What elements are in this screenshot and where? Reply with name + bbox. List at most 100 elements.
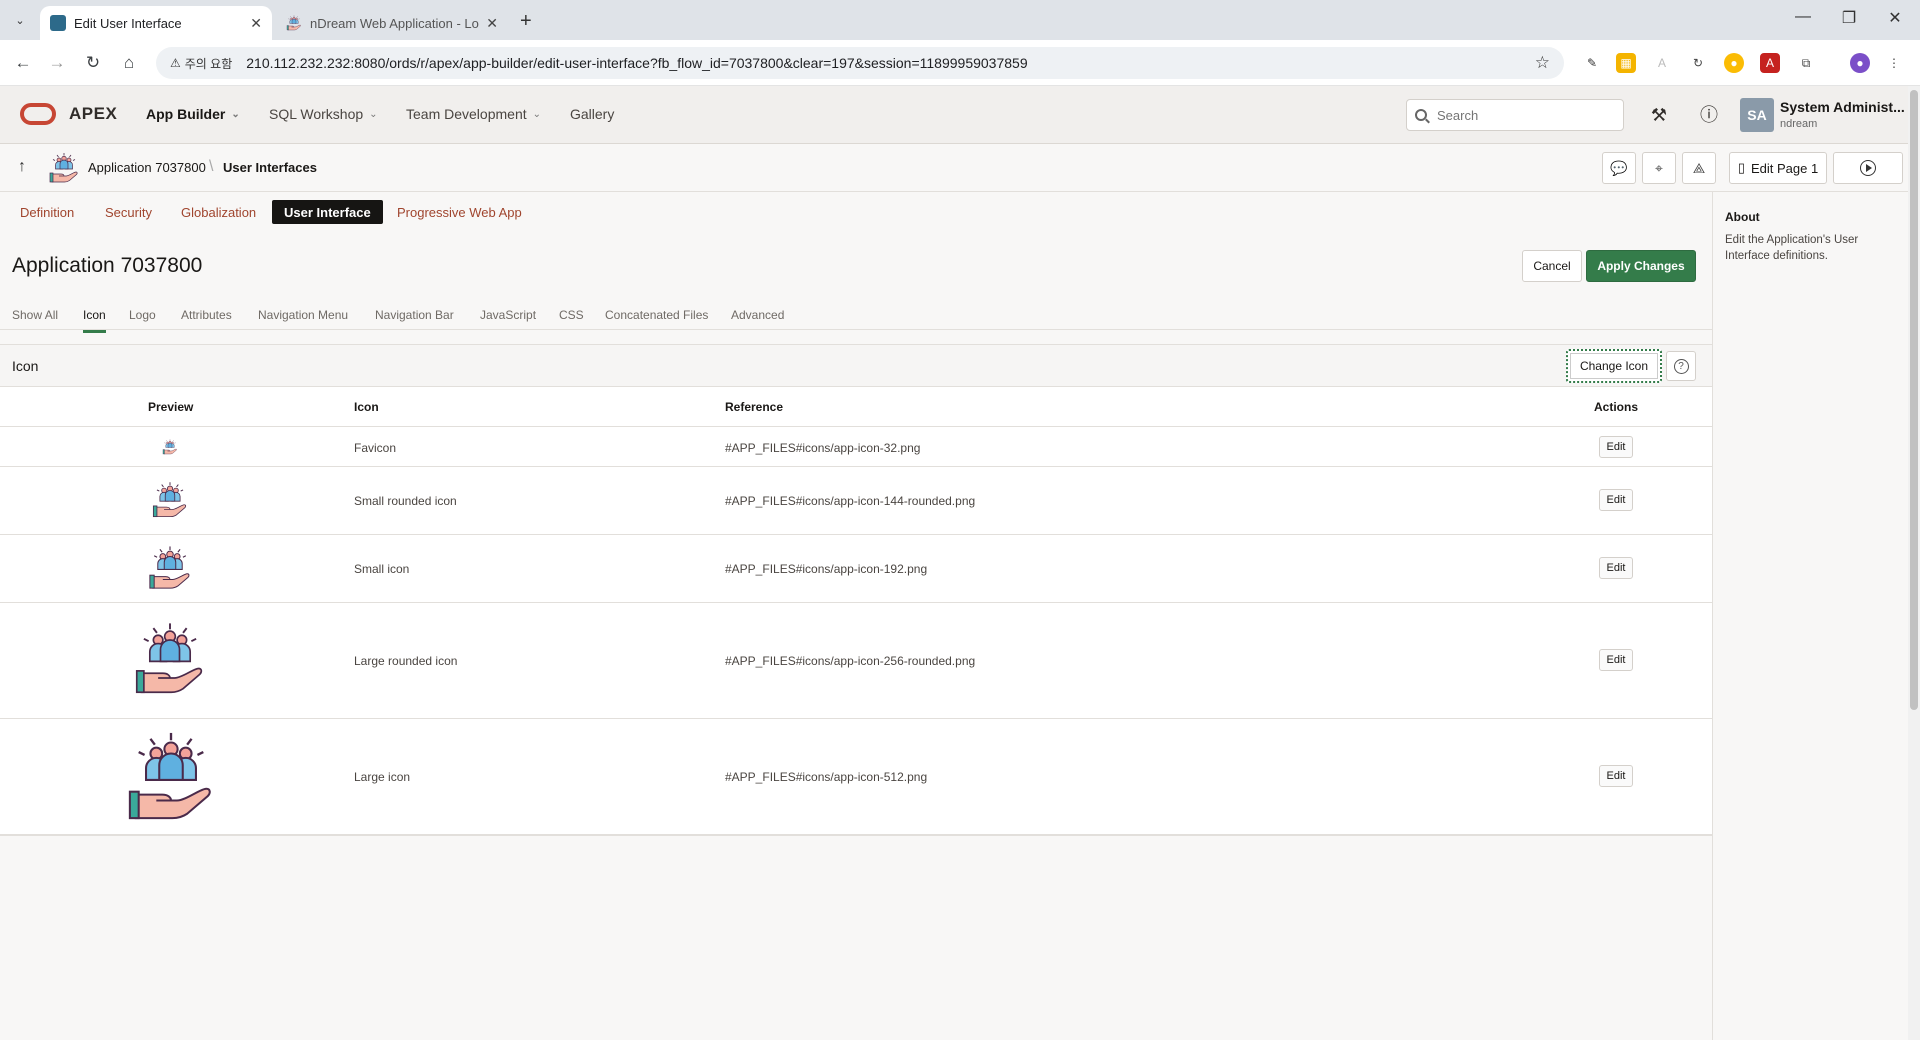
table-row: Large rounded icon #APP_FILES#icons/app-…	[0, 603, 1712, 719]
global-search[interactable]	[1406, 99, 1624, 131]
address-bar[interactable]: ⚠ 주의 요함 210.112.232.232:8080/ords/r/apex…	[156, 47, 1564, 79]
edit-button[interactable]: Edit	[1599, 765, 1633, 787]
icon-name: Large icon	[354, 770, 411, 784]
edit-button[interactable]: Edit	[1599, 649, 1633, 671]
minimize-icon[interactable]: —	[1780, 8, 1826, 26]
browser-tab-strip: ⌄ Edit User Interface ✕ nDream Web Appli…	[0, 0, 1920, 40]
sync-extension-icon[interactable]: ↻	[1688, 53, 1708, 73]
scrollbar-thumb[interactable]	[1910, 90, 1918, 710]
search-icon	[1415, 109, 1427, 121]
browser-tab-active[interactable]: Edit User Interface ✕	[40, 6, 272, 40]
apex-brand[interactable]: APEX	[69, 104, 117, 124]
tab-concatenated-files[interactable]: Concatenated Files	[605, 308, 708, 330]
oracle-logo-icon[interactable]	[20, 103, 56, 125]
breadcrumb-application[interactable]: Application 7037800	[88, 160, 206, 175]
tab-logo[interactable]: Logo	[129, 308, 156, 330]
security-warning[interactable]: ⚠ 주의 요함	[170, 55, 232, 72]
chevron-down-icon: ⌄	[231, 108, 240, 120]
avatar[interactable]: SA	[1740, 98, 1774, 132]
nav-sql-workshop[interactable]: SQL Workshop ⌄	[269, 106, 378, 122]
edit-button[interactable]: Edit	[1599, 436, 1633, 458]
table-row: Small icon #APP_FILES#icons/app-icon-192…	[0, 535, 1712, 603]
profile-avatar-icon[interactable]: ●	[1850, 53, 1870, 73]
url-text[interactable]: 210.112.232.232:8080/ords/r/apex/app-bui…	[246, 55, 1027, 71]
cancel-button[interactable]: Cancel	[1522, 250, 1582, 282]
tab-show-all[interactable]: Show All	[12, 308, 58, 330]
edit-button[interactable]: Edit	[1599, 557, 1633, 579]
nav-gallery[interactable]: Gallery	[570, 106, 614, 122]
tag-icon[interactable]: ⌖	[1642, 152, 1676, 184]
tab-css[interactable]: CSS	[559, 308, 584, 330]
small-rounded-preview-icon	[151, 481, 189, 519]
large-rounded-preview-icon	[132, 621, 208, 697]
column-header-reference: Reference	[725, 400, 784, 414]
column-header-icon: Icon	[354, 400, 379, 414]
tab-progressive-web-app[interactable]: Progressive Web App	[385, 200, 534, 224]
restore-icon[interactable]: ❐	[1826, 8, 1872, 28]
region-title: Icon	[12, 358, 39, 374]
tab-advanced[interactable]: Advanced	[731, 308, 784, 330]
comments-icon[interactable]: 💬	[1602, 152, 1636, 184]
tab-title: nDream Web Application - Lo	[310, 15, 479, 31]
reload-icon[interactable]: ↻	[82, 52, 104, 74]
close-tab-icon[interactable]: ✕	[250, 15, 262, 32]
run-page-button[interactable]	[1833, 152, 1903, 184]
home-icon[interactable]: ⌂	[118, 52, 140, 74]
tab-javascript[interactable]: JavaScript	[480, 308, 536, 330]
new-tab-icon[interactable]: +	[520, 10, 532, 33]
weather-extension-icon[interactable]: ●	[1724, 53, 1744, 73]
notes-extension-icon[interactable]: ▦	[1616, 53, 1636, 73]
icon-reference: #APP_FILES#icons/app-icon-256-rounded.pn…	[725, 654, 976, 668]
table-row: Small rounded icon #APP_FILES#icons/app-…	[0, 467, 1712, 535]
tab-user-interface[interactable]: User Interface	[272, 200, 383, 224]
favicon-preview-icon	[162, 439, 178, 455]
close-tab-icon[interactable]: ✕	[486, 15, 498, 32]
tab-globalization[interactable]: Globalization	[169, 200, 268, 224]
icon-region: Icon Change Icon ? Preview Icon Referenc…	[0, 344, 1712, 836]
browser-tab[interactable]: nDream Web Application - Lo ✕	[276, 6, 508, 40]
tab-title: Edit User Interface	[74, 15, 182, 31]
close-window-icon[interactable]: ✕	[1872, 8, 1918, 28]
chevron-down-icon: ⌄	[532, 108, 542, 120]
tab-definition[interactable]: Definition	[8, 200, 86, 224]
tab-attributes[interactable]: Attributes	[181, 308, 232, 330]
play-icon	[1860, 160, 1876, 176]
about-panel: About Edit the Application's User Interf…	[1712, 192, 1908, 1040]
apply-changes-button[interactable]: Apply Changes	[1586, 250, 1696, 282]
icon-name: Small icon	[354, 562, 410, 576]
forward-icon[interactable]: →	[46, 52, 68, 74]
page-scrollbar[interactable]	[1908, 86, 1920, 1040]
tab-navigation-menu[interactable]: Navigation Menu	[258, 308, 348, 330]
edit-page-label: Edit Page 1	[1750, 160, 1819, 176]
region-header: Icon Change Icon ?	[0, 345, 1712, 387]
nav-app-builder[interactable]: App Builder ⌄	[146, 106, 240, 122]
bookmark-star-icon[interactable]: ☆	[1535, 53, 1550, 73]
browser-menu-icon[interactable]: ⋮	[1884, 53, 1904, 73]
change-icon-button[interactable]: Change Icon	[1566, 349, 1662, 383]
region-help-button[interactable]: ?	[1666, 351, 1696, 381]
search-input[interactable]	[1437, 107, 1617, 123]
tab-icon[interactable]: Icon	[83, 308, 106, 333]
edit-page-button[interactable]: ▯ Edit Page 1	[1729, 152, 1827, 184]
tab-security[interactable]: Security	[93, 200, 164, 224]
extensions-puzzle-icon[interactable]: ⧉	[1796, 53, 1816, 73]
up-arrow-icon[interactable]: ↑	[18, 158, 26, 176]
user-name[interactable]: System Administ...	[1780, 99, 1905, 115]
about-title: About	[1725, 210, 1760, 224]
icon-reference: #APP_FILES#icons/app-icon-512.png	[725, 770, 928, 784]
help-icon[interactable]: ⓘ	[1696, 102, 1722, 128]
tab-navigation-bar[interactable]: Navigation Bar	[375, 308, 454, 330]
edit-button[interactable]: Edit	[1599, 489, 1633, 511]
back-icon[interactable]: ←	[12, 52, 34, 74]
app-favicon-icon	[286, 15, 302, 31]
nav-team-development[interactable]: Team Development ⌄	[406, 106, 541, 122]
icon-reference: #APP_FILES#icons/app-icon-192.png	[725, 562, 928, 576]
large-preview-icon	[124, 727, 218, 827]
shared-components-icon[interactable]: ⟁	[1682, 152, 1716, 184]
tab-search-icon[interactable]: ⌄	[8, 8, 32, 32]
user-workspace: ndream	[1780, 118, 1818, 130]
pdf-extension-icon[interactable]: A	[1760, 53, 1780, 73]
pen-extension-icon[interactable]: ✎	[1582, 53, 1602, 73]
admin-tools-icon[interactable]: ⚒	[1646, 102, 1672, 128]
font-extension-icon[interactable]: A	[1652, 53, 1672, 73]
